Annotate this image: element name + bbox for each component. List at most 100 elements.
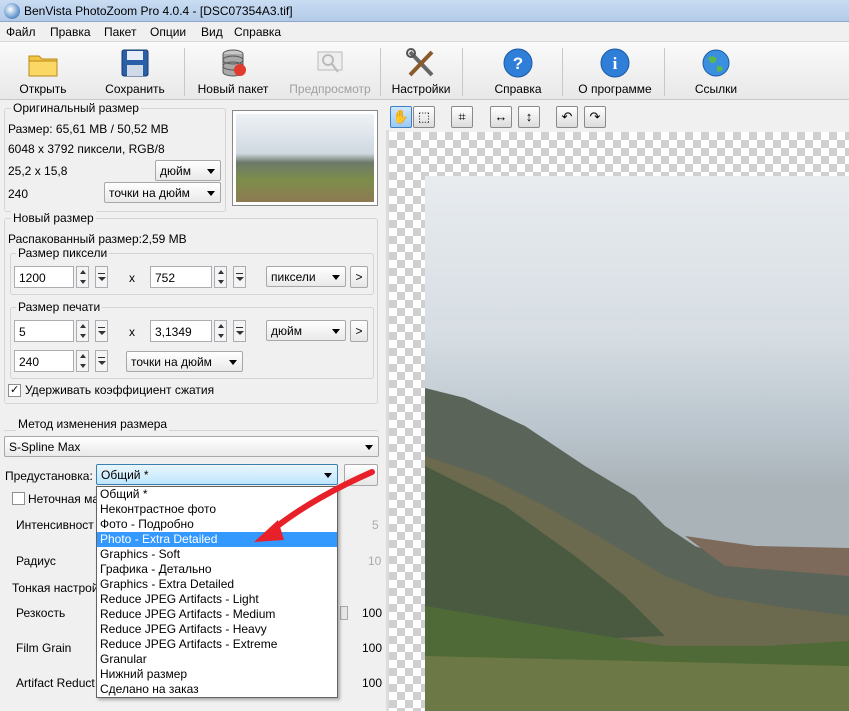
fit-height-icon[interactable]: ↕: [518, 106, 540, 128]
original-pixels: 6048 x 3792 пиксели, RGB/8: [8, 142, 165, 156]
unsharp-mask-label: Неточная ма: [28, 492, 100, 506]
times-label: x: [129, 271, 135, 285]
width-pixels-menu-button[interactable]: [95, 266, 108, 288]
links-label: Ссылки: [694, 82, 738, 96]
thumbnail-image: [236, 114, 374, 202]
preset-option[interactable]: Granular: [97, 652, 337, 667]
original-res-unit-value: точки на дюйм: [109, 186, 190, 200]
crop-icon[interactable]: ⌗: [451, 106, 473, 128]
chevron-down-icon: [207, 169, 215, 174]
original-unit-select[interactable]: дюйм: [155, 160, 221, 181]
preview-canvas[interactable]: [389, 132, 849, 711]
pixel-unit-more-button[interactable]: >: [350, 266, 368, 288]
height-pixels-spinner[interactable]: [214, 266, 227, 288]
preset-label: Предустановка:: [5, 469, 93, 483]
sharpness-label: Резкость: [16, 606, 66, 620]
preview-button[interactable]: Предпросмотр: [284, 46, 376, 98]
height-print-input[interactable]: 3,1349: [150, 320, 212, 342]
folder-icon: [27, 48, 59, 78]
preview-icon: [314, 48, 346, 78]
preset-option[interactable]: Reduce JPEG Artifacts - Medium: [97, 607, 337, 622]
open-label: Открыть: [19, 82, 67, 96]
app-icon: [4, 3, 20, 19]
preset-option[interactable]: Reduce JPEG Artifacts - Heavy: [97, 622, 337, 637]
print-unit-select[interactable]: дюйм: [266, 320, 346, 341]
print-unit-more-button[interactable]: >: [350, 320, 368, 342]
toolbar-separator: [562, 48, 563, 96]
height-print-spinner[interactable]: [214, 320, 227, 342]
width-pixels-spinner[interactable]: [76, 266, 89, 288]
zoom-select-icon[interactable]: ⬚: [413, 106, 435, 128]
chevron-down-icon: [332, 275, 340, 280]
width-pixels-input[interactable]: 1200: [14, 266, 74, 288]
menu-edit[interactable]: Правка: [50, 25, 91, 39]
menu-options[interactable]: Опции: [150, 25, 186, 39]
print-res-unit-select[interactable]: точки на дюйм: [126, 351, 243, 372]
preview-label: Предпросмотр: [289, 82, 371, 96]
original-res-unit-select[interactable]: точки на дюйм: [104, 182, 221, 203]
height-pixels-menu-button[interactable]: [233, 266, 246, 288]
about-button[interactable]: i О программе: [570, 46, 660, 98]
keep-ratio-label: Удерживать коэффициент сжатия: [25, 383, 215, 397]
toolbar: Открыть Сохранить Новый пакет Предпросмо…: [0, 42, 849, 100]
toolbar-separator: [664, 48, 665, 96]
hand-tool-icon[interactable]: ✋: [390, 106, 412, 128]
preset-value: Общий *: [101, 468, 149, 482]
menu-view[interactable]: Вид: [201, 25, 223, 39]
film-grain-label: Film Grain: [16, 641, 72, 655]
preset-option[interactable]: Graphics - Extra Detailed: [97, 577, 337, 592]
method-select[interactable]: S-Spline Max: [4, 436, 379, 457]
artifact-reduction-label: Artifact Reduct: [16, 676, 95, 690]
view-toolbar: ✋ ⬚ ⌗ ↔ ↕ ↶ ↷: [386, 100, 849, 130]
save-label: Сохранить: [105, 82, 165, 96]
tools-icon: [405, 48, 437, 78]
print-resolution-menu-button[interactable]: [95, 350, 108, 372]
new-batch-button[interactable]: Новый пакет: [190, 46, 276, 98]
help-button[interactable]: ? Справка: [486, 46, 550, 98]
help-label: Справка: [494, 82, 542, 96]
settings-button[interactable]: Настройки: [386, 46, 456, 98]
unsharp-mask-checkbox[interactable]: [12, 492, 25, 505]
open-button[interactable]: Открыть: [2, 46, 84, 98]
artifact-reduction-value: 100: [362, 676, 383, 690]
preset-option[interactable]: Reduce JPEG Artifacts - Extreme: [97, 637, 337, 652]
width-print-spinner[interactable]: [76, 320, 89, 342]
links-button[interactable]: Ссылки: [686, 46, 746, 98]
original-file-size: Размер: 65,61 MB / 50,52 MB: [8, 122, 169, 136]
original-dimensions: 25,2 x 15,8: [8, 164, 68, 178]
preset-option[interactable]: Графика - Детально: [97, 562, 337, 577]
method-title: Метод изменения размера: [16, 417, 170, 431]
rotate-right-icon[interactable]: ↷: [584, 106, 606, 128]
preset-option[interactable]: Сделано на заказ: [97, 682, 337, 697]
print-unit-value: дюйм: [271, 324, 302, 338]
rotate-left-icon[interactable]: ↶: [556, 106, 578, 128]
chevron-down-icon: [365, 445, 373, 450]
pixel-unit-select[interactable]: пиксели: [266, 266, 346, 287]
database-icon: [217, 48, 249, 78]
menu-file[interactable]: Файл: [6, 25, 36, 39]
title-bar: BenVista PhotoZoom Pro 4.0.4 - [DSC07354…: [0, 0, 849, 22]
print-resolution-input[interactable]: 240: [14, 350, 74, 372]
floppy-disk-icon: [119, 48, 151, 78]
print-res-unit-value: точки на дюйм: [131, 355, 212, 369]
settings-label: Настройки: [391, 82, 451, 96]
height-print-menu-button[interactable]: [233, 320, 246, 342]
menu-batch[interactable]: Пакет: [104, 25, 136, 39]
keep-ratio-checkbox[interactable]: [8, 383, 21, 397]
chevron-down-icon: [332, 329, 340, 334]
menu-help[interactable]: Справка: [234, 25, 281, 39]
width-print-input[interactable]: 5: [14, 320, 74, 342]
fit-width-icon[interactable]: ↔: [490, 106, 512, 128]
question-icon: ?: [502, 48, 534, 78]
width-print-menu-button[interactable]: [95, 320, 108, 342]
print-resolution-spinner[interactable]: [76, 350, 89, 372]
chevron-down-icon: [229, 360, 237, 365]
save-button[interactable]: Сохранить: [92, 46, 178, 98]
height-pixels-input[interactable]: 752: [150, 266, 212, 288]
original-size-title: Оригинальный размер: [11, 101, 141, 115]
preset-option[interactable]: Reduce JPEG Artifacts - Light: [97, 592, 337, 607]
intensity-label: Интенсивност: [16, 518, 94, 532]
preset-option[interactable]: Нижний размер: [97, 667, 337, 682]
sharpness-slider[interactable]: [340, 606, 348, 620]
radius-label: Радиус: [16, 554, 56, 568]
